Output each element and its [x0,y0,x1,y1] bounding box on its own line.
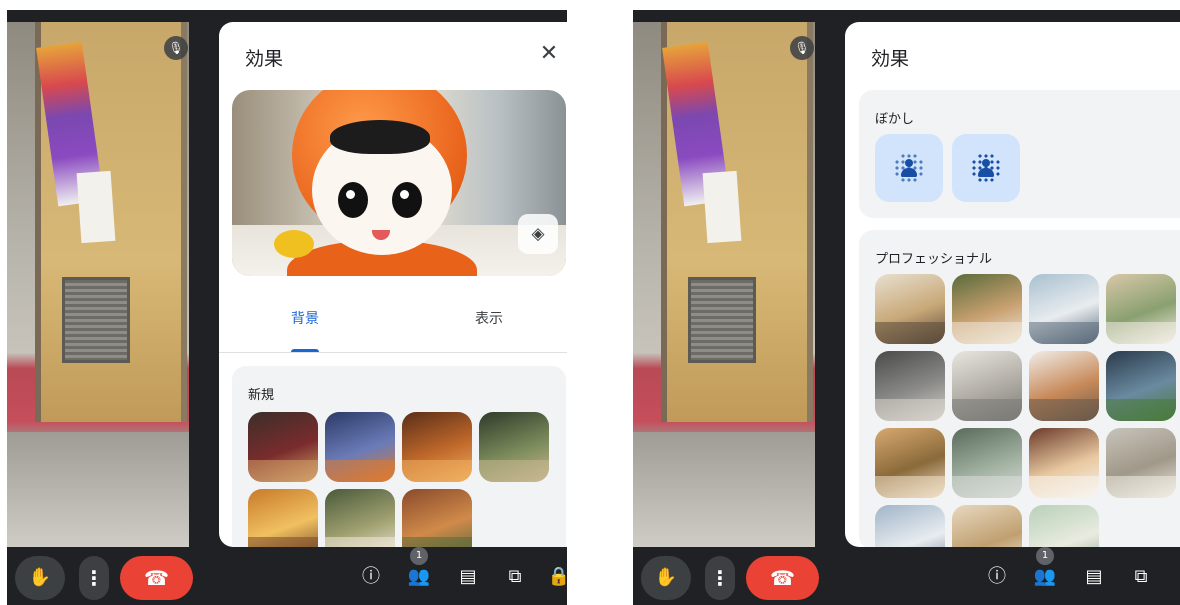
self-video: 🎙︎ [7,22,189,547]
panel-title: 効果 [245,48,284,70]
section-title-new: 新規 [248,388,275,403]
people-button[interactable]: 👥 1 [1031,547,1059,591]
tab-background[interactable]: 背景 [245,308,365,328]
end-call-button[interactable]: ☎ [746,556,819,600]
background-thumbnail-lounge-sofa[interactable] [875,428,945,498]
background-thumbnail-warm-hall[interactable] [952,505,1022,547]
raise-hand-button[interactable]: ✋ [641,556,691,600]
activities-icon[interactable]: ⧉ [501,563,529,591]
more-options-icon: ⋮ [710,566,730,590]
slight-blur-button[interactable] [875,134,943,202]
participant-count-badge: 1 [410,547,428,565]
panel-title: 効果 [871,48,910,70]
info-icon[interactable]: ⓘ [983,563,1011,591]
background-thumbnail-gothic-library[interactable] [248,412,318,482]
background-thumbnail-white-studio[interactable] [952,351,1022,421]
effects-tabs: 背景 表示 [219,292,567,353]
professional-section: プロフェッショナル [859,230,1180,547]
tab-appearance[interactable]: 表示 [429,308,549,328]
phone-screen-right: 🎙︎ 効果 ✕ ぼかし プロフェッショナル ✋ ⋮ ☎ ⓘ 👥 1 [633,10,1180,605]
participant-count-badge: 1 [1036,547,1054,565]
chat-icon[interactable]: ▤ [454,563,482,591]
background-thumbnail-home-office[interactable] [1029,351,1099,421]
blur-section: ぼかし [859,90,1180,218]
background-thumbnail-minimal-shelf[interactable] [1106,428,1176,498]
layers-icon[interactable]: ◈ [518,214,558,254]
activities-icon[interactable]: ⧉ [1127,563,1155,591]
background-thumbnail-dark-window[interactable] [1106,351,1176,421]
background-thumbnail-greenhouse[interactable] [479,412,549,482]
mic-off-icon: 🎙︎ [164,36,188,60]
section-title-blur: ぼかし [875,112,915,127]
new-backgrounds-section: 新規 [232,366,566,547]
background-thumbnail-living-room[interactable] [1106,274,1176,344]
end-call-button[interactable]: ☎ [120,556,193,600]
people-button[interactable]: 👥 1 [405,547,433,591]
more-options-icon: ⋮ [84,566,104,590]
background-thumbnail-blue-office[interactable] [875,505,945,547]
more-options-button[interactable]: ⋮ [79,556,109,600]
section-title-professional: プロフェッショナル [875,252,993,267]
end-call-icon: ☎ [770,566,795,590]
background-thumbnail-retro-room[interactable] [248,489,318,547]
people-icon: 👥 [407,566,431,587]
background-thumbnail-library-chair[interactable] [875,351,945,421]
self-video: 🎙︎ [633,22,815,547]
background-thumbnail-plant-corner[interactable] [952,274,1022,344]
effects-panel: 効果 ✕ ぼかし プロフェッショナル [845,22,1180,547]
camera-preview: ◈ [232,90,566,276]
more-options-button[interactable]: ⋮ [705,556,735,600]
raise-hand-icon: ✋ [654,567,678,588]
close-button[interactable]: ✕ [533,38,565,70]
full-blur-button[interactable] [952,134,1020,202]
effects-panel: 効果 ✕ ◈ 背景 表示 新規 [219,22,567,547]
background-thumbnail-halloween-tree[interactable] [325,412,395,482]
chat-icon[interactable]: ▤ [1080,563,1108,591]
background-thumbnail-brick-kitchen[interactable] [1029,428,1099,498]
call-controls-bar: ✋ ⋮ ☎ ⓘ 👥 1 ▤ ⧉ [633,547,1180,605]
raise-hand-button[interactable]: ✋ [15,556,65,600]
background-thumbnail-garden-party[interactable] [325,489,395,547]
people-icon: 👥 [1033,566,1057,587]
background-thumbnail-courtyard-tree[interactable] [952,428,1022,498]
raise-hand-icon: ✋ [28,567,52,588]
phone-screen-left: 🎙︎ 効果 ✕ ◈ 背景 表示 新規 ✋ ⋮ ☎ ⓘ 👥 1 ▤ ⧉ 🔒 [7,10,567,605]
active-tab-indicator [291,349,319,352]
close-button[interactable]: ✕ [1175,38,1180,70]
background-thumbnail-glass-office[interactable] [1029,274,1099,344]
lock-icon[interactable]: 🔒 [545,563,567,591]
background-thumbnail-bookshelf-room[interactable] [875,274,945,344]
background-thumbnail-autumn-plaza[interactable] [402,489,472,547]
background-thumbnail-mint-room[interactable] [1029,505,1099,547]
call-controls-bar: ✋ ⋮ ☎ ⓘ 👥 1 ▤ ⧉ 🔒 [7,547,567,605]
mic-off-icon: 🎙︎ [790,36,814,60]
info-icon[interactable]: ⓘ [357,563,385,591]
end-call-icon: ☎ [144,566,169,590]
background-thumbnail-cozy-bedroom[interactable] [402,412,472,482]
